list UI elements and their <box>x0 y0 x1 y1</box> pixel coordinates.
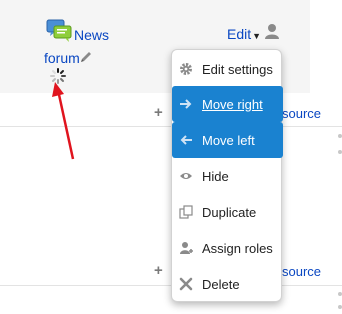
duplicate-icon <box>179 205 193 219</box>
edge-control <box>338 292 342 296</box>
delete-icon <box>179 277 193 291</box>
gear-icon <box>180 63 192 75</box>
menu-item-hide[interactable]: Hide <box>172 158 281 194</box>
menu-item-label: Delete <box>202 276 240 292</box>
menu-item-move-left[interactable]: Move left <box>172 122 283 158</box>
edit-label: Edit <box>227 26 252 42</box>
menu-item-label: Move left <box>202 132 255 148</box>
arrow-right-icon <box>180 99 192 109</box>
assign-roles-icon <box>180 242 193 254</box>
forum-icon <box>46 19 72 42</box>
pencil-icon[interactable] <box>79 49 93 63</box>
add-resource-link[interactable]: source <box>282 264 321 279</box>
edge-control <box>338 134 342 138</box>
edit-menu-toggle[interactable]: Edit▼ <box>227 26 261 42</box>
add-resource-link[interactable]: source <box>282 106 321 121</box>
menu-item-label: Edit settings <box>202 61 273 77</box>
activity-link-line1[interactable]: News <box>74 27 109 43</box>
arrow-left-icon <box>180 135 192 145</box>
menu-item-label: Move right <box>202 96 263 112</box>
plus-icon: + <box>154 262 163 279</box>
menu-item-delete[interactable]: Delete <box>172 266 281 302</box>
plus-icon: + <box>154 104 163 121</box>
user-icon[interactable] <box>264 23 280 39</box>
menu-item-move-right[interactable]: Move right <box>172 86 283 122</box>
annotation-arrow <box>52 82 75 160</box>
menu-item-label: Duplicate <box>202 204 257 220</box>
menu-item-edit-settings[interactable]: Edit settings <box>172 51 281 87</box>
menu-item-label: Assign roles <box>202 240 273 256</box>
edge-control <box>338 150 342 154</box>
eye-icon <box>180 173 192 179</box>
menu-item-duplicate[interactable]: Duplicate <box>172 194 281 230</box>
caret-down-icon: ▼ <box>252 31 262 41</box>
menu-item-label: Hide <box>202 168 229 184</box>
menu-item-assign-roles[interactable]: Assign roles <box>172 230 281 266</box>
activity-link-line2[interactable]: forum <box>44 50 80 66</box>
edit-dropdown-menu: Edit settings Move right Move left Hide … <box>171 49 283 302</box>
edge-control <box>338 305 342 309</box>
